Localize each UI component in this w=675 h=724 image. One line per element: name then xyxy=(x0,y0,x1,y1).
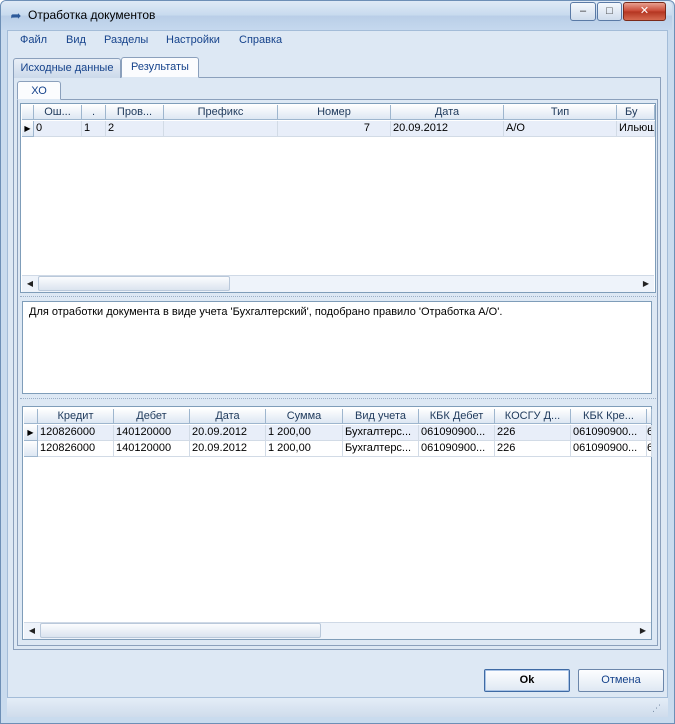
table-cell[interactable]: Бухгалтерс... xyxy=(343,425,419,441)
grid2-col-header[interactable]: КБК Дебет xyxy=(419,409,495,424)
minimize-icon: – xyxy=(579,5,587,17)
table-cell[interactable]: 226 xyxy=(495,441,571,457)
table-cell[interactable]: Бухгалтерс... xyxy=(343,441,419,457)
grid2-col-header[interactable]: Вид учета xyxy=(343,409,419,424)
menu-bar: Файл Вид Разделы Настройки Справка xyxy=(8,31,667,51)
table-cell[interactable]: 120826000 xyxy=(38,441,114,457)
grid2-col-header[interactable]: Кредит xyxy=(38,409,114,424)
table-cell[interactable]: 1 200,00 xyxy=(266,425,343,441)
ok-button[interactable]: Ok xyxy=(484,669,570,692)
grid2-col-header-partial xyxy=(647,409,652,424)
table-cell[interactable]: 6 xyxy=(647,425,652,441)
table-cell[interactable]: 20.09.2012 xyxy=(391,121,504,137)
menu-sections[interactable]: Разделы xyxy=(104,34,148,46)
message-box[interactable]: Для отработки документа в виде учета 'Бу… xyxy=(22,301,652,394)
scroll-left-icon[interactable]: ◀ xyxy=(22,276,38,291)
row-selector-arrow-icon[interactable]: ▶ xyxy=(22,121,34,137)
close-button[interactable]: ✕ xyxy=(623,2,666,21)
documents-grid: Ош... . Пров... Префикс Номер Дата Тип Б… xyxy=(20,103,656,293)
grid2-col-header[interactable]: КБК Кре... xyxy=(571,409,647,424)
splitter[interactable] xyxy=(20,296,656,299)
table-cell[interactable]: 140120000 xyxy=(114,425,190,441)
table-cell[interactable]: Ильюш xyxy=(617,121,655,137)
tab-source-data[interactable]: Исходные данные xyxy=(13,58,121,78)
maximize-icon: □ xyxy=(606,5,613,17)
scroll-right-icon[interactable]: ▶ xyxy=(638,276,654,291)
horizontal-scrollbar[interactable]: ◀ ▶ xyxy=(24,622,651,639)
table-cell[interactable]: 061090900... xyxy=(571,425,647,441)
table-cell[interactable]: 20.09.2012 xyxy=(190,425,266,441)
table-cell[interactable]: 6 xyxy=(647,441,652,457)
cancel-button[interactable]: Отмена xyxy=(578,669,664,692)
grid1-col-header[interactable]: Номер xyxy=(278,105,391,120)
row-header-corner xyxy=(24,409,38,424)
table-cell[interactable] xyxy=(164,121,278,137)
table-cell[interactable]: 061090900... xyxy=(571,441,647,457)
table-cell[interactable]: 061090900... xyxy=(419,441,495,457)
row-header-corner xyxy=(22,105,34,120)
grid2-col-header[interactable]: Дебет xyxy=(114,409,190,424)
scroll-right-icon[interactable]: ▶ xyxy=(635,623,651,638)
grid1-col-header[interactable]: Пров... xyxy=(106,105,164,120)
row-selector-arrow-icon[interactable]: ▶ xyxy=(24,425,38,441)
scrollbar-thumb[interactable] xyxy=(38,276,230,291)
window-title: Отработка документов xyxy=(28,8,156,22)
grid2-col-header[interactable]: Сумма xyxy=(266,409,343,424)
row-selector[interactable] xyxy=(24,441,38,457)
grid2-col-header[interactable]: Дата xyxy=(190,409,266,424)
table-cell[interactable]: 120826000 xyxy=(38,425,114,441)
grid1-col-header[interactable]: Префикс xyxy=(164,105,278,120)
table-cell[interactable]: 1 xyxy=(82,121,106,137)
scrollbar-thumb[interactable] xyxy=(40,623,321,638)
table-cell[interactable]: 7 xyxy=(278,121,391,137)
tab-xo[interactable]: ХО xyxy=(17,81,61,100)
menu-view[interactable]: Вид xyxy=(66,34,86,46)
horizontal-scrollbar[interactable]: ◀ ▶ xyxy=(22,275,654,292)
document-arrow-icon: ➦ xyxy=(10,8,22,23)
grid2-col-header[interactable]: КОСГУ Д... xyxy=(495,409,571,424)
entries-grid: Кредит Дебет Дата Сумма Вид учета КБК Де… xyxy=(22,406,652,640)
maximize-button[interactable]: □ xyxy=(597,2,622,21)
table-cell[interactable]: А/О xyxy=(504,121,617,137)
resize-grip-icon[interactable]: ⋰ xyxy=(652,701,666,715)
table-cell[interactable]: 140120000 xyxy=(114,441,190,457)
table-cell[interactable]: 20.09.2012 xyxy=(190,441,266,457)
table-cell[interactable]: 061090900... xyxy=(419,425,495,441)
menu-settings[interactable]: Настройки xyxy=(166,34,220,46)
table-cell[interactable]: 0 xyxy=(34,121,82,137)
close-icon: ✕ xyxy=(639,5,650,17)
splitter[interactable] xyxy=(20,398,656,401)
table-cell[interactable]: 2 xyxy=(106,121,164,137)
table-cell[interactable]: 1 200,00 xyxy=(266,441,343,457)
tab-results[interactable]: Результаты xyxy=(121,57,199,78)
grid1-col-header[interactable]: . xyxy=(82,105,106,120)
grid1-col-header[interactable]: Тип xyxy=(504,105,617,120)
menu-file[interactable]: Файл xyxy=(20,34,47,46)
status-bar xyxy=(7,697,668,717)
grid1-col-header[interactable]: Бу xyxy=(617,105,655,120)
grid1-col-header[interactable]: Дата xyxy=(391,105,504,120)
menu-help[interactable]: Справка xyxy=(239,34,282,46)
scroll-left-icon[interactable]: ◀ xyxy=(24,623,40,638)
minimize-button[interactable]: – xyxy=(570,2,596,21)
grid1-col-header[interactable]: Ош... xyxy=(34,105,82,120)
table-cell[interactable]: 226 xyxy=(495,425,571,441)
